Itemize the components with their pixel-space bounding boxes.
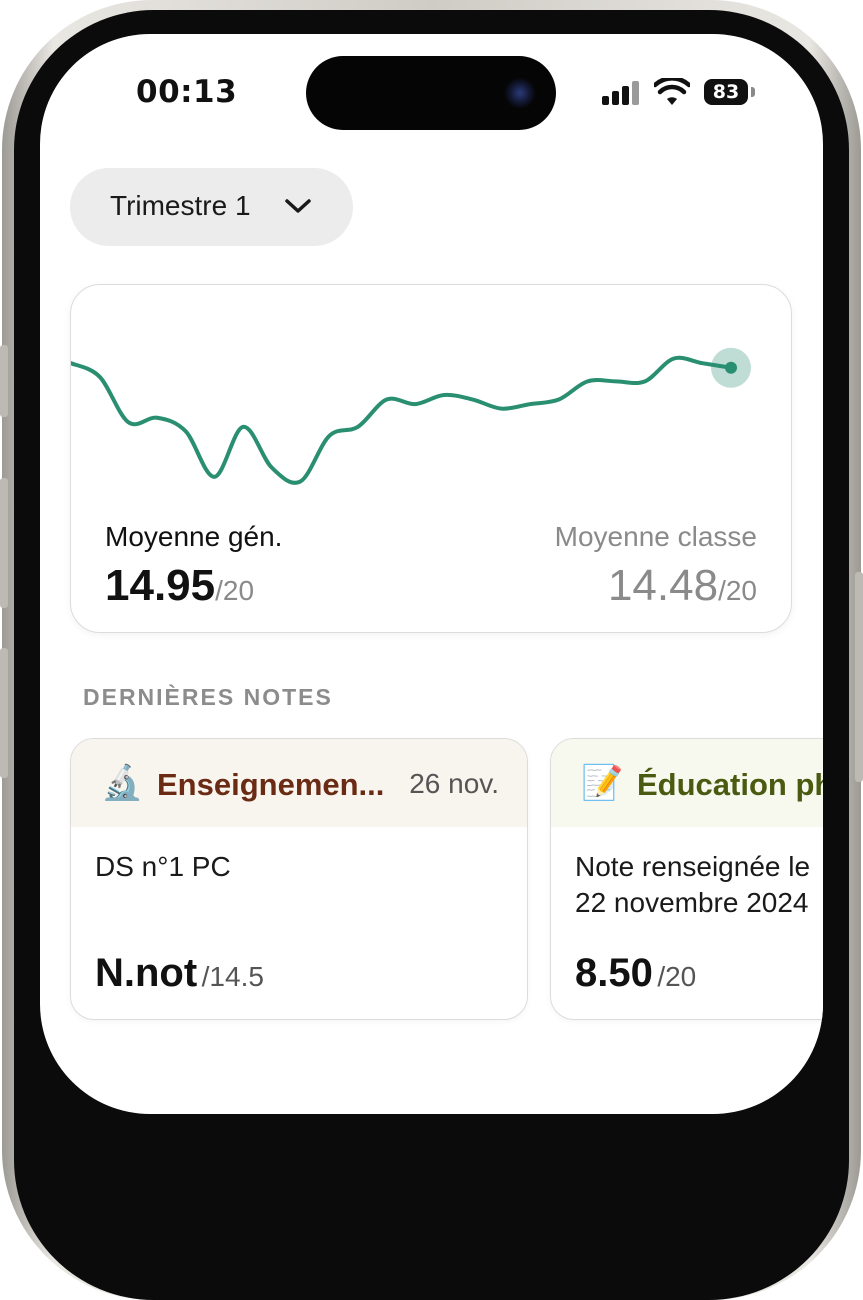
cellular-signal-icon (602, 81, 642, 105)
grade-description-line: 22 novembre 2024 (575, 887, 809, 918)
grade-value: N.not (95, 951, 198, 995)
grade-subject: Enseignemen... (157, 767, 385, 802)
grade-score: N.not /14.5 (95, 951, 264, 996)
dynamic-island (306, 56, 556, 130)
status-time: 00:13 (136, 74, 238, 110)
screen: 00:13 83 Trimestre 1 Moyenne gén. 14.95/… (40, 34, 823, 1114)
front-camera-icon (504, 77, 536, 109)
class-average-scale: /20 (718, 575, 757, 606)
period-label: Trimestre 1 (110, 190, 251, 221)
memo-icon: 📝 (581, 764, 624, 802)
average-line-chart (71, 347, 751, 485)
battery-icon: 83 (704, 79, 748, 105)
grade-description-line: Note renseignée le (575, 851, 811, 882)
grade-score: 8.50 /20 (575, 951, 696, 996)
general-average-scale: /20 (215, 575, 255, 606)
chevron-down-icon (285, 199, 311, 213)
chart-series-line (71, 355, 733, 485)
grade-description: DS n°1 PC (95, 851, 231, 882)
battery-tip (751, 87, 755, 97)
class-average-label: Moyenne classe (554, 521, 757, 552)
grade-scale: /20 (657, 961, 697, 992)
grade-card-header: 🔬 Enseignemen... 26 nov. (71, 739, 527, 827)
grade-card[interactable]: 🔬 Enseignemen... 26 nov. DS n°1 PC N.not… (70, 738, 528, 1020)
grade-date: 26 nov. (409, 768, 499, 799)
microscope-icon: 🔬 (101, 764, 144, 802)
wifi-icon (654, 78, 690, 105)
grade-card-header: 📝 Éducation physique (551, 739, 823, 827)
grade-value: 8.50 (575, 951, 653, 995)
section-title-latest-grades: DERNIÈRES NOTES (83, 684, 333, 710)
class-average-value: 14.48/20 (608, 561, 757, 611)
grade-description: Note renseignée le 22 novembre 2024 (575, 849, 810, 921)
grade-card[interactable]: 📝 Éducation physique Note renseignée le … (550, 738, 823, 1020)
period-selector[interactable]: Trimestre 1 (70, 168, 353, 246)
class-average-number: 14.48 (607, 561, 719, 610)
general-average-value: 14.95/20 (105, 561, 254, 611)
average-chart-card[interactable]: Moyenne gén. 14.95/20 Moyenne classe 14.… (70, 284, 792, 633)
chart-last-point (725, 361, 737, 374)
grade-scale: /14.5 (201, 961, 264, 992)
general-average-number: 14.95 (105, 561, 216, 610)
grade-subject: Éducation physique (637, 767, 823, 802)
general-average-label: Moyenne gén. (105, 521, 283, 552)
